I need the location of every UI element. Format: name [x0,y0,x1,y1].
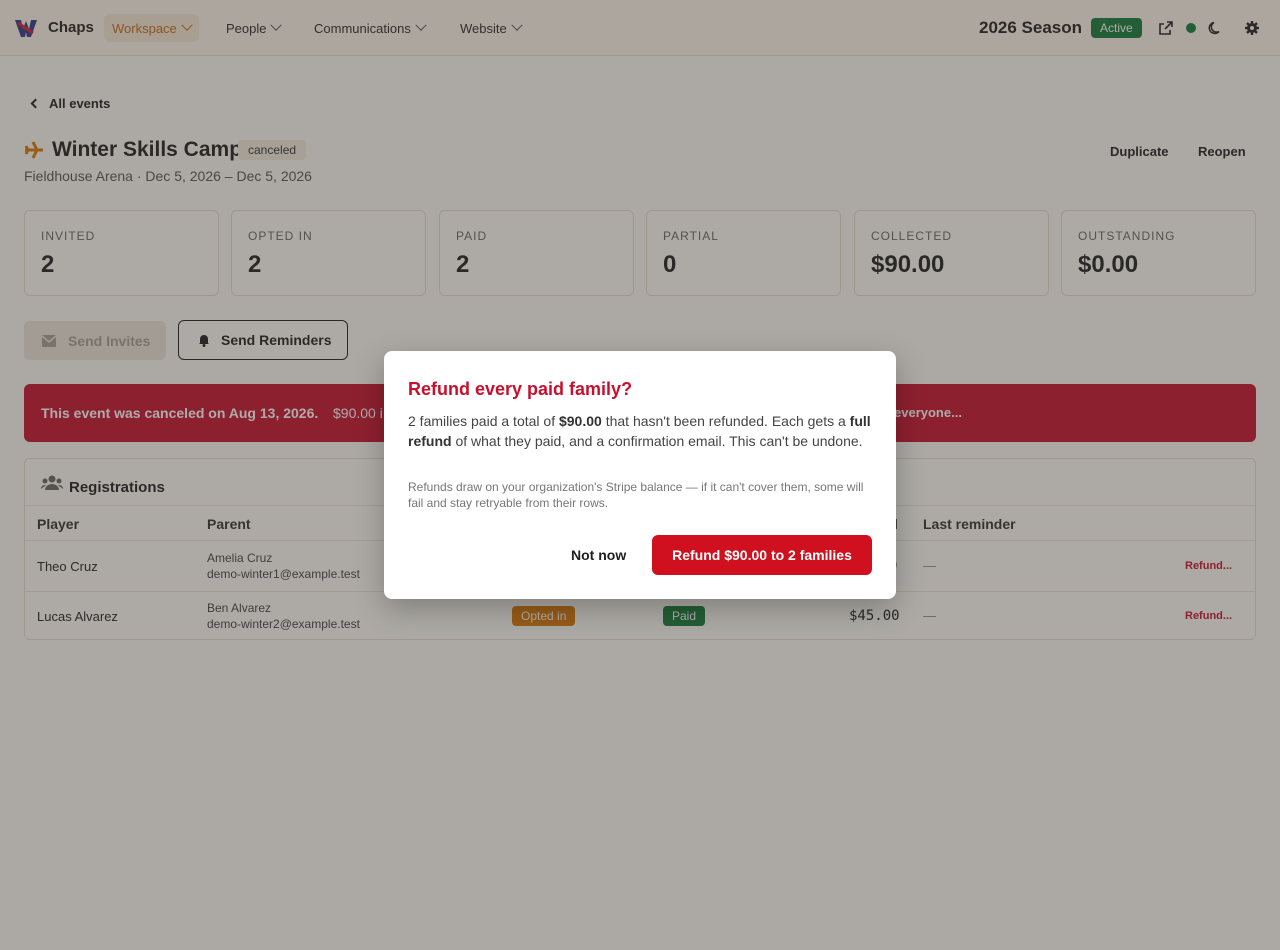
confirm-refund-button[interactable]: Refund $90.00 to 2 families [652,535,872,575]
dialog-body: 2 families paid a total of $90.00 that h… [408,411,878,451]
dialog-title: Refund every paid family? [408,379,633,399]
refund-dialog: Refund every paid family? 2 families pai… [384,351,896,599]
body-text-3: of what they paid, and a confirmation em… [451,433,863,449]
body-amount: $90.00 [558,413,602,429]
dialog-note: Refunds draw on your organization's Stri… [408,480,864,510]
body-text-2: that hasn't been refunded. Each gets a [601,413,850,429]
not-now-button[interactable]: Not now [571,547,626,563]
body-text-1: 2 families paid a total of [408,413,559,429]
